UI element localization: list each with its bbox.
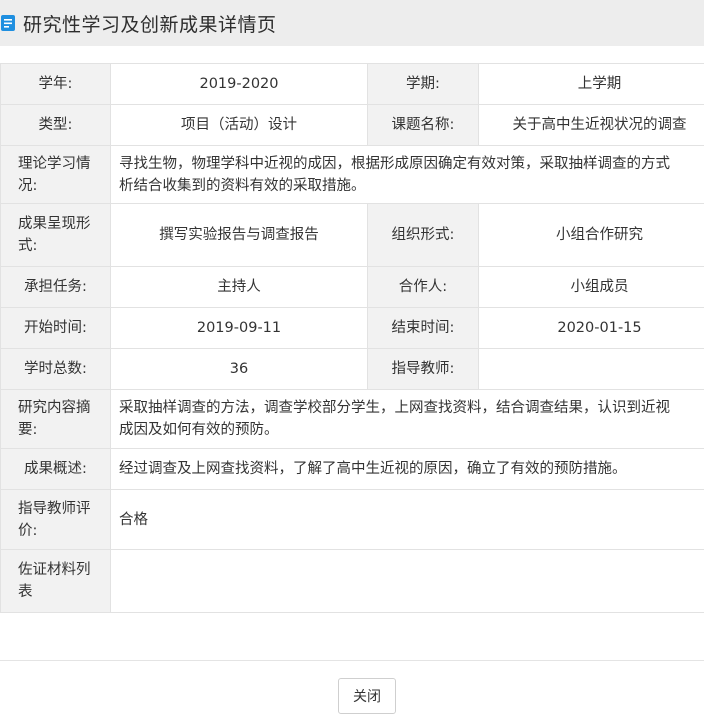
- table-row: 理论学习情况: 寻找生物，物理学科中近视的成因，根据形成原因确定有效对策，采取抽…: [0, 145, 704, 204]
- detail-table: 学年: 2019-2020 学期: 上学期 类型: 项目（活动）设计 课题名称:…: [0, 63, 704, 613]
- end-time-label: 结束时间:: [367, 307, 479, 349]
- abstract-line-1: 采取抽样调查的方法，调查学校部分学生，上网查找资料，结合调查结果，认识到近视: [119, 400, 670, 416]
- evidence-label: 佐证材料列表: [0, 549, 111, 613]
- table-row: 承担任务: 主持人 合作人: 小组成员: [0, 266, 704, 308]
- abstract-label: 研究内容摘要:: [0, 389, 111, 449]
- theory-value: 寻找生物，物理学科中近视的成因，根据形成原因确定有效对策，采取抽样调查的方式 析…: [110, 145, 704, 204]
- table-row: 学时总数: 36 指导教师:: [0, 348, 704, 390]
- page-title: 研究性学习及创新成果详情页: [23, 13, 277, 36]
- teacher-value: [478, 348, 704, 390]
- page-header: 研究性学习及创新成果详情页: [0, 0, 704, 46]
- teacher-label: 指导教师:: [367, 348, 479, 390]
- end-time-value: 2020-01-15: [478, 307, 704, 349]
- evaluation-value: 合格: [110, 489, 704, 550]
- summary-value: 经过调查及上网查找资料，了解了高中生近视的原因，确立了有效的预防措施。: [110, 448, 704, 490]
- partner-value: 小组成员: [478, 266, 704, 308]
- theory-line-2: 析结合收集到的资料有效的采取措施。: [119, 177, 366, 194]
- table-row: 学年: 2019-2020 学期: 上学期: [0, 63, 704, 105]
- org-label: 组织形式:: [367, 203, 479, 267]
- type-value: 项目（活动）设计: [110, 104, 368, 146]
- document-icon: [1, 15, 15, 31]
- close-button[interactable]: 关闭: [338, 678, 396, 714]
- theory-label: 理论学习情况:: [0, 145, 111, 204]
- start-time-value: 2019-09-11: [110, 307, 368, 349]
- org-value: 小组合作研究: [478, 203, 704, 267]
- term-label: 学期:: [367, 63, 479, 105]
- abstract-line-2: 成因及如何有效的预防。: [119, 422, 279, 438]
- table-row: 类型: 项目（活动）设计 课题名称: 关于高中生近视状况的调查: [0, 104, 704, 146]
- topic-value: 关于高中生近视状况的调查: [478, 104, 704, 146]
- topic-label: 课题名称:: [367, 104, 479, 146]
- partner-label: 合作人:: [367, 266, 479, 308]
- term-value: 上学期: [478, 63, 704, 105]
- theory-line-1: 寻找生物，物理学科中近视的成因，根据形成原因确定有效对策，采取抽样调查的方式: [119, 155, 670, 172]
- task-value: 主持人: [110, 266, 368, 308]
- start-time-label: 开始时间:: [0, 307, 111, 349]
- table-row: 研究内容摘要: 采取抽样调查的方法，调查学校部分学生，上网查找资料，结合调查结果…: [0, 389, 704, 449]
- hours-label: 学时总数:: [0, 348, 111, 390]
- task-label: 承担任务:: [0, 266, 111, 308]
- result-form-value: 撰写实验报告与调查报告: [110, 203, 368, 267]
- type-label: 类型:: [0, 104, 111, 146]
- footer-divider: [0, 660, 704, 661]
- year-label: 学年:: [0, 63, 111, 105]
- year-value: 2019-2020: [110, 63, 368, 105]
- table-row: 成果呈现形式: 撰写实验报告与调查报告 组织形式: 小组合作研究: [0, 203, 704, 267]
- summary-label: 成果概述:: [0, 448, 111, 490]
- table-row: 成果概述: 经过调查及上网查找资料，了解了高中生近视的原因，确立了有效的预防措施…: [0, 448, 704, 490]
- evidence-value: [110, 549, 704, 613]
- table-row: 佐证材料列表: [0, 549, 704, 613]
- detail-panel: 学年: 2019-2020 学期: 上学期 类型: 项目（活动）设计 课题名称:…: [0, 46, 704, 720]
- evaluation-label: 指导教师评价:: [0, 489, 111, 550]
- abstract-value: 采取抽样调查的方法，调查学校部分学生，上网查找资料，结合调查结果，认识到近视 成…: [110, 389, 704, 449]
- table-row: 开始时间: 2019-09-11 结束时间: 2020-01-15: [0, 307, 704, 349]
- hours-value: 36: [110, 348, 368, 390]
- table-row: 指导教师评价: 合格: [0, 489, 704, 550]
- result-form-label: 成果呈现形式:: [0, 203, 111, 267]
